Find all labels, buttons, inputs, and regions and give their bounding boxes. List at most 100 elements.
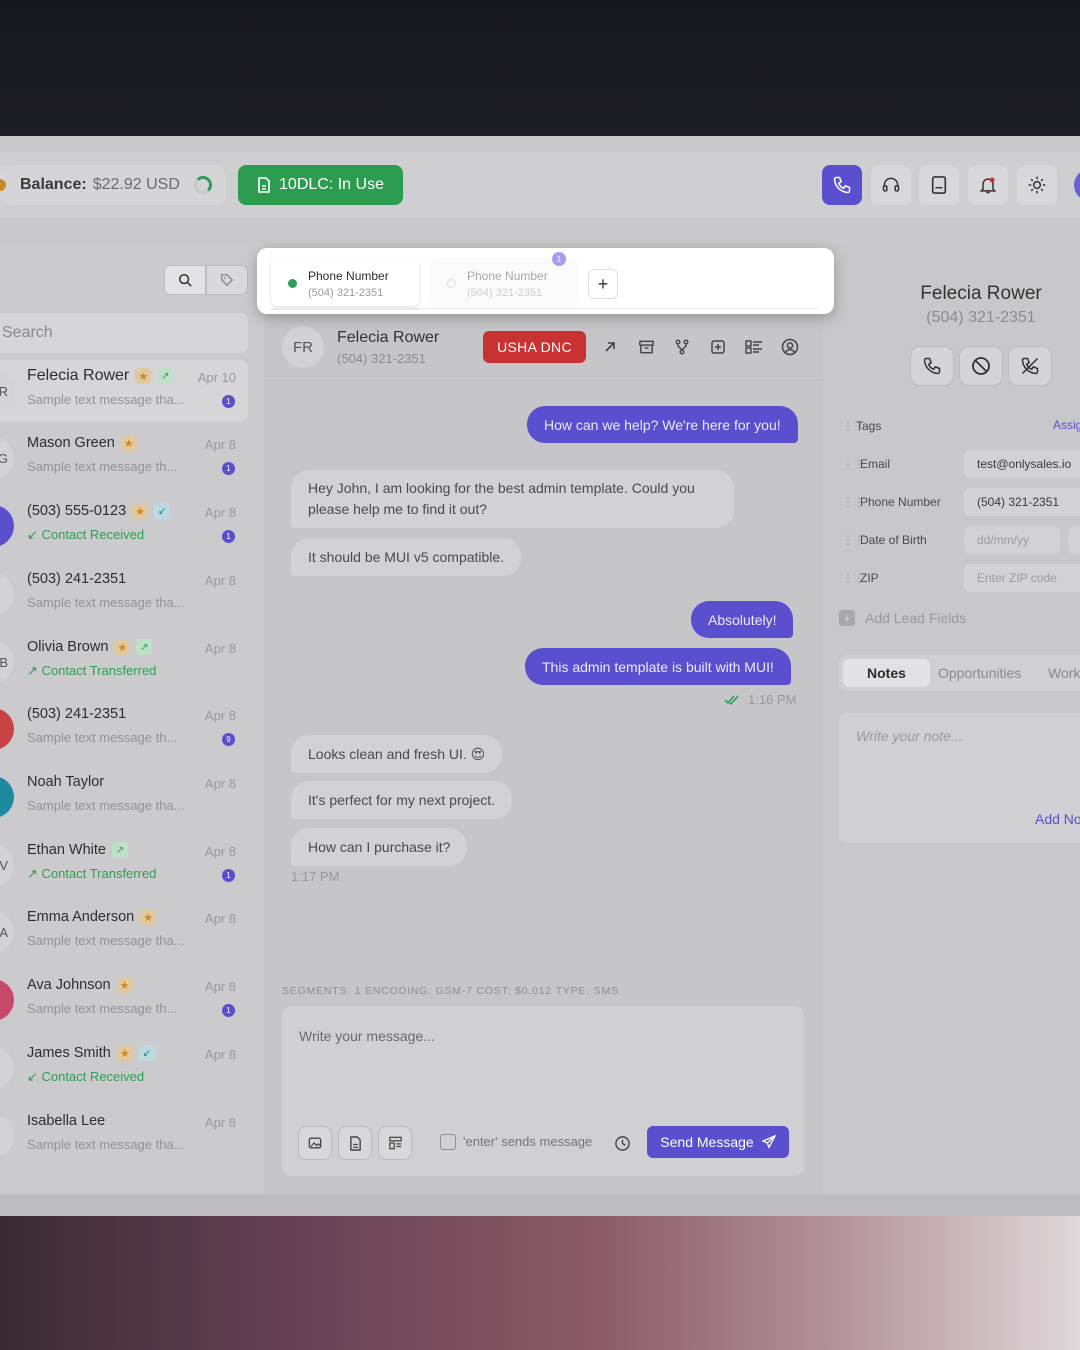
contact-list-item[interactable]: B Olivia Brown ★ ↗ Apr 8 ↗ Contact Transferre… (0, 631, 248, 693)
contact-preview-row: Sample text message tha... (27, 798, 185, 813)
dob-extra-field[interactable] (1068, 526, 1080, 554)
contact-name: Mason Green (27, 435, 115, 451)
phone-tab-number: (504) 321-2351 (308, 287, 384, 299)
balance-label: Balance: (20, 176, 87, 193)
file-icon (349, 1135, 361, 1151)
image-icon (308, 1137, 322, 1149)
enter-sends-checkbox[interactable] (440, 1134, 456, 1150)
star-icon: ★ (140, 909, 157, 925)
profile-button[interactable] (780, 337, 800, 357)
contact-preview-row: Sample text message tha... (27, 392, 185, 407)
user-avatar[interactable] (1074, 169, 1080, 201)
attach-file-button[interactable] (338, 1126, 372, 1160)
chat-header: FR Felecia Rower (504) 321-2351 USHA DNC (264, 313, 822, 381)
contact-list-item[interactable]: A Emma Anderson ★ Apr 8 Sample text message … (0, 901, 248, 963)
block-button[interactable] (959, 346, 1003, 386)
support-button[interactable] (871, 165, 911, 205)
search-toggle-button[interactable] (164, 265, 206, 295)
dob-label: Date of Birth (860, 533, 927, 547)
dlc-status-button[interactable]: 10DLC: In Use (238, 165, 403, 205)
transfer-button[interactable] (600, 337, 620, 357)
assign-tags-link[interactable]: Assig (1053, 418, 1080, 432)
phone-number-field[interactable]: (504) 321-2351 (964, 488, 1080, 516)
contact-list-item[interactable]: (503) 241-2351 Apr 8 Sample text message t… (0, 698, 248, 760)
tab-notes[interactable]: Notes (843, 659, 930, 687)
contact-list-item[interactable]: G Mason Green ★ Apr 8 Sample text message th… (0, 427, 248, 489)
zip-field[interactable]: Enter ZIP code (964, 564, 1080, 592)
contact-name-row: Felecia Rower ★ ↗ (27, 367, 174, 385)
search-input[interactable]: Search (0, 313, 248, 353)
dnc-button[interactable]: USHA DNC (483, 331, 586, 363)
add-lead-fields-button[interactable]: + Add Lead Fields (839, 610, 966, 626)
contact-list-item[interactable]: R Felecia Rower ★ ↗ Apr 10 Sample text messag… (0, 360, 248, 422)
window-bottom-edge (0, 1194, 1080, 1218)
contact-list-item[interactable]: (503) 241-2351 Apr 8 Sample text message t… (0, 563, 248, 625)
contact-list-item[interactable]: Ava Johnson ★ Apr 8 Sample text message th.… (0, 969, 248, 1031)
tab-opportunities[interactable]: Opportunities (938, 659, 1021, 687)
contact-list-item[interactable]: Noah Taylor Apr 8 Sample text message tha.… (0, 766, 248, 828)
contact-name: (503) 241-2351 (27, 571, 127, 587)
message-input[interactable]: Write your message... (299, 1028, 435, 1044)
contact-date: Apr 8 (204, 1115, 236, 1130)
arrow-up-right-icon (605, 342, 615, 352)
tag-filter-button[interactable] (206, 265, 248, 295)
plus-icon: + (597, 273, 609, 294)
note-input[interactable]: Write your note... (856, 728, 963, 744)
email-field[interactable]: test@onlysales.io (964, 450, 1080, 478)
contact-list-item[interactable]: James Smith ★ ↙ Apr 8 ↙ Contact Received (0, 1037, 248, 1099)
tab-work[interactable]: Work (1048, 659, 1080, 687)
contact-preview-row: ↙ Contact Received (27, 527, 144, 543)
arrow-up-right-icon: ↗ (157, 368, 174, 384)
message-time-outgoing: 1:16 PM (724, 692, 796, 707)
send-message-button[interactable]: Send Message (647, 1126, 789, 1158)
bell-icon (979, 177, 997, 194)
list-button[interactable] (744, 337, 764, 357)
branch-button[interactable] (672, 337, 692, 357)
theme-button[interactable] (1017, 165, 1057, 205)
chat-panel: FR Felecia Rower (504) 321-2351 USHA DNC (264, 243, 822, 1193)
contact-date: Apr 10 (197, 370, 236, 385)
contact-list-item[interactable]: V Ethan White ↗ Apr 8 ↗ Contact Transferred 1 (0, 834, 248, 896)
message-incoming: Hey John, I am looking for the best admi… (291, 470, 734, 528)
template-button[interactable] (378, 1126, 412, 1160)
phone-tab-active[interactable]: Phone Number (504) 321-2351 (271, 258, 419, 310)
arrow-up-right-icon: ↗ (27, 663, 42, 678)
contact-list-item[interactable]: Isabella Lee Apr 8 Sample text message tha… (0, 1105, 248, 1167)
search-icon (178, 273, 192, 287)
contact-name: James Smith (27, 1045, 111, 1061)
phone-button[interactable] (822, 165, 862, 205)
contact-date: Apr 8 (204, 641, 236, 656)
add-phone-tab-button[interactable]: + (588, 269, 618, 299)
sun-icon (1028, 176, 1046, 194)
call-button[interactable] (910, 346, 954, 386)
contact-name: Felecia Rower (27, 367, 130, 384)
status-dot-icon (288, 279, 297, 288)
unread-badge: 1 (222, 462, 235, 475)
dob-field[interactable]: dd/mm/yy (964, 526, 1060, 554)
contact-avatar (0, 1047, 14, 1089)
clock-icon (614, 1135, 630, 1151)
docs-button[interactable] (919, 165, 959, 205)
attach-image-button[interactable] (298, 1126, 332, 1160)
loading-spinner-icon (194, 176, 212, 194)
contact-list-item[interactable]: (503) 555-0123 ★ ↙ Apr 8 ↙ Contact Received 1 (0, 495, 248, 557)
archive-button[interactable] (636, 337, 656, 357)
contact-date: Apr 8 (204, 844, 236, 859)
contact-preview: Sample text message tha... (27, 595, 185, 610)
contact-preview-row: Sample text message tha... (27, 595, 185, 610)
contact-date: Apr 8 (204, 776, 236, 791)
notifications-button[interactable] (968, 165, 1008, 205)
add-box-button[interactable] (708, 337, 728, 357)
phone-off-button[interactable] (1008, 346, 1052, 386)
unread-badge: 1 (222, 395, 235, 408)
balance-value: $22.92 USD (92, 176, 180, 193)
add-note-button[interactable]: Add No (1035, 811, 1080, 827)
schedule-button[interactable] (605, 1126, 639, 1160)
balance-widget[interactable]: Balance: $22.92 USD (0, 165, 226, 205)
contact-preview-row: Sample text message tha... (27, 1137, 185, 1152)
arrow-up-right-icon: ↗ (112, 842, 128, 858)
phone-tab-label: Phone Number (467, 269, 548, 283)
contact-name-row: Ethan White ↗ (27, 842, 128, 858)
phone-tab-number: (504) 321-2351 (467, 287, 543, 299)
unread-badge: 1 (222, 530, 235, 543)
